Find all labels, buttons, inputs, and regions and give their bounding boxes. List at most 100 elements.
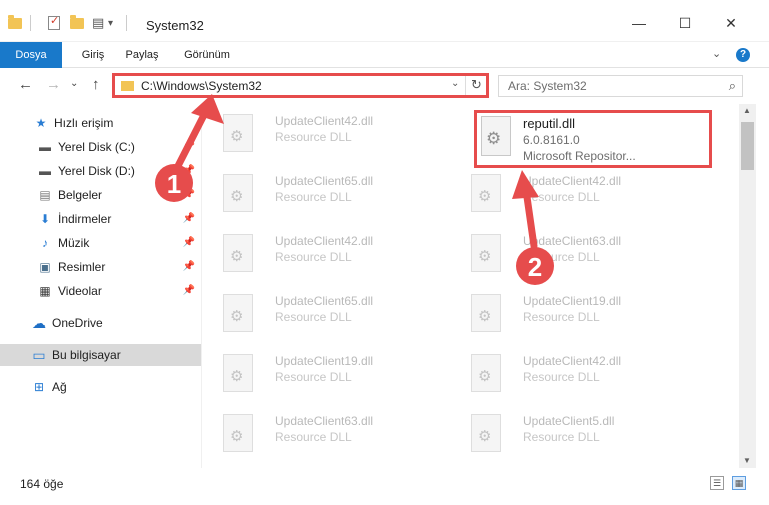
- videos-icon: ▦: [39, 284, 51, 298]
- file-name: UpdateClient5.dll: [523, 414, 615, 428]
- file-name: UpdateClient65.dll: [275, 174, 374, 188]
- list-item[interactable]: UpdateClient42.dll Resource DLL: [451, 166, 696, 218]
- dll-file-icon: [223, 294, 253, 332]
- list-item[interactable]: UpdateClient19.dll Resource DLL: [203, 346, 448, 398]
- sidebar-item-videos[interactable]: ▦ Videolar 📌: [0, 280, 201, 302]
- sidebar-item-label: Yerel Disk (C:): [58, 140, 135, 154]
- tiles-view-icon[interactable]: ▦: [732, 476, 746, 490]
- pin-icon[interactable]: 📌: [183, 285, 195, 296]
- pin-icon[interactable]: 📌: [183, 165, 195, 176]
- list-item[interactable]: UpdateClient65.dll Resource DLL: [203, 286, 448, 338]
- dll-file-icon: [481, 116, 511, 156]
- address-bar[interactable]: C:\Windows\System32 ⌄ ↻: [112, 73, 489, 98]
- tab-view[interactable]: Görünüm: [178, 42, 236, 68]
- search-input[interactable]: Ara: System32 ⌕: [498, 75, 743, 97]
- folder-icon[interactable]: [8, 14, 22, 32]
- sidebar-item-label: Belgeler: [58, 188, 103, 202]
- recent-locations-button[interactable]: ⌄: [70, 78, 78, 89]
- address-path[interactable]: C:\Windows\System32: [141, 79, 262, 93]
- cloud-icon: ☁: [32, 314, 46, 331]
- list-item[interactable]: UpdateClient63.dll Resource DLL: [451, 226, 696, 278]
- dll-file-icon: [471, 234, 501, 272]
- list-item[interactable]: UpdateClient63.dll Resource DLL: [203, 406, 448, 458]
- properties-icon[interactable]: [48, 14, 60, 32]
- sidebar-item-label: Hızlı erişim: [54, 116, 114, 130]
- new-folder-icon[interactable]: [70, 14, 84, 32]
- pin-icon[interactable]: 📌: [183, 237, 195, 248]
- sidebar-item-documents[interactable]: ▤ Belgeler 📌: [0, 184, 201, 206]
- list-item[interactable]: UpdateClient42.dll Resource DLL: [203, 226, 448, 278]
- list-item[interactable]: UpdateClient42.dll Resource DLL: [203, 106, 448, 158]
- pin-icon[interactable]: 📌: [183, 213, 195, 224]
- tab-home[interactable]: Giriş: [72, 42, 114, 68]
- file-type: Resource DLL: [275, 130, 352, 144]
- file-name: UpdateClient42.dll: [523, 354, 622, 368]
- vertical-scrollbar[interactable]: ▲ ▼: [739, 104, 756, 468]
- forward-button[interactable]: →: [46, 76, 61, 93]
- list-item[interactable]: UpdateClient19.dll Resource DLL: [451, 286, 696, 338]
- help-icon[interactable]: ?: [736, 48, 750, 62]
- tab-file[interactable]: Dosya: [0, 42, 62, 68]
- sidebar-item-downloads[interactable]: ⬇ İndirmeler 📌: [0, 208, 201, 230]
- sidebar-item-quick-access[interactable]: ★ Hızlı erişim: [0, 112, 201, 134]
- sidebar-item-pictures[interactable]: ▣ Resimler 📌: [0, 256, 201, 278]
- address-dropdown-icon[interactable]: ⌄: [451, 78, 459, 89]
- file-name: UpdateClient42.dll: [275, 114, 374, 128]
- sidebar-item-local-disk-d[interactable]: ▬ Yerel Disk (D:) 📌: [0, 160, 201, 182]
- item-count: 164 öğe: [20, 477, 64, 491]
- details-view-icon[interactable]: ☰: [710, 476, 724, 490]
- sidebar-item-label: Müzik: [58, 236, 90, 250]
- documents-icon: ▤: [39, 188, 51, 202]
- file-name: UpdateClient42.dll: [275, 234, 374, 248]
- qa-dropdown-icon[interactable]: ▾: [108, 14, 113, 32]
- dll-file-icon: [471, 294, 501, 332]
- drive-icon: ▬: [39, 140, 51, 154]
- title-bar: ▤ ▾ System32 — ☐ ✕: [0, 0, 769, 42]
- scroll-up-icon[interactable]: ▲: [743, 106, 751, 115]
- file-type: Resource DLL: [275, 370, 352, 384]
- sidebar-item-network[interactable]: ⊞ Ağ: [0, 376, 201, 398]
- sidebar-item-label: Bu bilgisayar: [52, 348, 121, 362]
- list-item[interactable]: UpdateClient65.dll Resource DLL: [203, 166, 448, 218]
- dll-file-icon: [223, 234, 253, 272]
- dll-file-icon: [223, 174, 253, 212]
- sidebar-item-label: OneDrive: [52, 316, 103, 330]
- search-placeholder: Ara: System32: [508, 79, 587, 93]
- file-name: UpdateClient65.dll: [275, 294, 374, 308]
- file-type: Resource DLL: [523, 250, 600, 264]
- ribbon-expand-icon[interactable]: ⌄: [712, 47, 721, 60]
- maximize-button[interactable]: ☐: [670, 12, 700, 34]
- qa-separator: [126, 14, 127, 32]
- pin-icon[interactable]: 📌: [183, 189, 195, 200]
- scroll-down-icon[interactable]: ▼: [743, 456, 751, 465]
- sidebar-item-label: Ağ: [52, 380, 67, 394]
- highlighted-file-reputil[interactable]: reputil.dll 6.0.8161.0 Microsoft Reposit…: [474, 110, 712, 168]
- music-icon: ♪: [42, 236, 48, 250]
- file-version: 6.0.8161.0: [523, 133, 580, 147]
- refresh-icon[interactable]: ↻: [471, 77, 482, 93]
- file-type: Resource DLL: [275, 250, 352, 264]
- minimize-button[interactable]: —: [624, 12, 654, 34]
- sidebar-item-label: Resimler: [58, 260, 106, 274]
- file-name: reputil.dll: [523, 116, 576, 131]
- sidebar-item-onedrive[interactable]: ☁ OneDrive: [0, 312, 201, 334]
- list-item[interactable]: UpdateClient42.dll Resource DLL: [451, 346, 696, 398]
- sidebar-item-this-pc[interactable]: ▭ Bu bilgisayar: [0, 344, 201, 366]
- qa-separator: [30, 14, 31, 32]
- sidebar-item-local-disk-c[interactable]: ▬ Yerel Disk (C:) 📌: [0, 136, 201, 158]
- back-button[interactable]: ←: [18, 76, 33, 93]
- search-icon[interactable]: ⌕: [729, 78, 736, 94]
- file-name: UpdateClient19.dll: [275, 354, 374, 368]
- file-type: Resource DLL: [523, 310, 600, 324]
- pin-icon[interactable]: 📌: [183, 141, 195, 152]
- sidebar-item-music[interactable]: ♪ Müzik 📌: [0, 232, 201, 254]
- list-item[interactable]: UpdateClient5.dll Resource DLL: [451, 406, 696, 458]
- network-icon: ⊞: [33, 380, 45, 394]
- customize-icon[interactable]: ▤: [92, 14, 104, 32]
- star-icon: ★: [35, 116, 47, 130]
- tab-share[interactable]: Paylaş: [120, 42, 164, 68]
- pin-icon[interactable]: 📌: [183, 261, 195, 272]
- up-button[interactable]: ↑: [92, 76, 100, 93]
- close-button[interactable]: ✕: [716, 12, 746, 34]
- scroll-thumb[interactable]: [741, 122, 754, 170]
